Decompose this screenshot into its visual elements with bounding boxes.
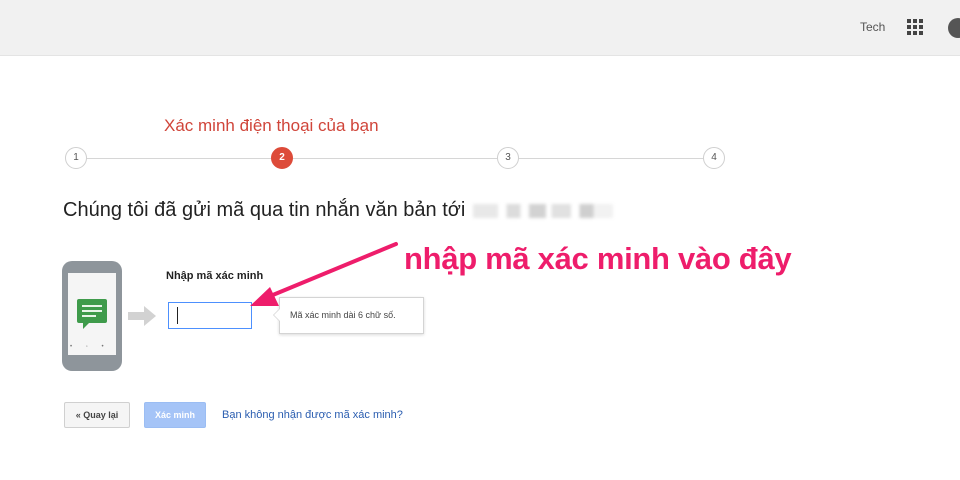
- top-bar: Tech: [0, 0, 960, 56]
- blurred-phone-number: [473, 203, 614, 218]
- verification-code-input[interactable]: [168, 302, 252, 329]
- progress-line: [76, 158, 716, 159]
- annotation-text: nhập mã xác minh vào đây: [404, 241, 792, 276]
- step-1: 1: [65, 147, 87, 169]
- verify-button[interactable]: Xác minh: [144, 402, 206, 428]
- headline-text: Chúng tôi đã gửi mã qua tin nhắn văn bản…: [63, 199, 466, 221]
- phone-message-icon: • ◦ •: [62, 261, 122, 371]
- step-2-active: 2: [271, 147, 293, 169]
- headline: Chúng tôi đã gửi mã qua tin nhắn văn bản…: [63, 199, 614, 222]
- step-title: Xác minh điện thoại của bạn: [164, 116, 379, 135]
- text-caret: [177, 307, 178, 324]
- step-4: 4: [703, 147, 725, 169]
- code-label: Nhập mã xác minh: [166, 270, 264, 282]
- account-name[interactable]: Tech: [860, 20, 885, 34]
- back-button[interactable]: « Quay lại: [64, 402, 130, 428]
- no-code-received-link[interactable]: Bạn không nhận được mã xác minh?: [222, 409, 403, 421]
- avatar-icon[interactable]: [948, 18, 960, 38]
- arrow-right-icon: [128, 306, 156, 326]
- code-hint-tooltip: Mã xác minh dài 6 chữ số.: [273, 297, 424, 334]
- step-3: 3: [497, 147, 519, 169]
- apps-grid-icon[interactable]: [907, 19, 923, 35]
